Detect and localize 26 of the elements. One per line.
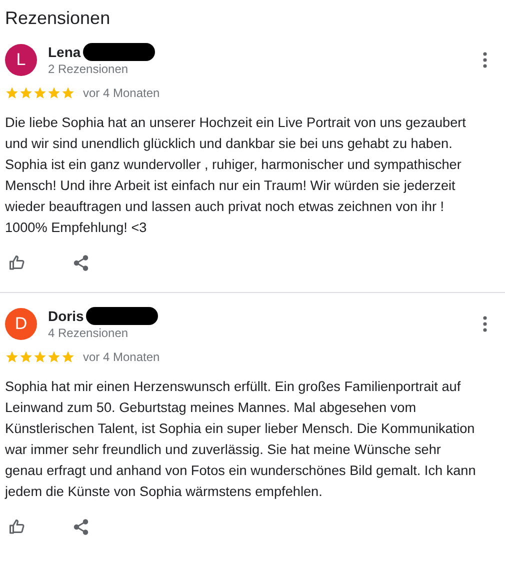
reviewer-name[interactable]: Lena [48, 44, 81, 60]
section-title: Rezensionen [4, 7, 112, 29]
more-icon[interactable] [483, 316, 487, 332]
star-icon [5, 86, 19, 100]
star-icon [5, 350, 19, 364]
review-text: Die liebe Sophia hat an unserer Hochzeit ein Live Portrait von uns gezaubert und wir sind unendlich glücklich und dankbar sie bei uns gehabt zu haben. Sophia ist ein ganz wundervoller , ruhiger, harmonischer und sympathischer Mensch! Und ihre Arbeit ist einfach nur ein Traum! Wir würden sie jederzeit wieder beauftragen und lassen auch privat noch etwas zeichnen von ihr ! 1000% Empfehlung! <3 [5, 114, 467, 237]
star-icon [19, 86, 33, 100]
thumbs-up-icon[interactable] [8, 254, 26, 272]
review-text: Sophia hat mir einen Herzenswunsch erfüllt. Ein großes Familienportrait auf Leinwand zum 50. Geburtstag meines Mannes. Mal abgesehen vom Künstlerischen Talent, ist Sophia ein super lieber Mensch. Die Kommunikation war immer sehr freundlich und zuverlässig. Sie hat meine Wünsche sehr genau erfragt und anhand von Fotos ein wunderschönes Bild gemalt. Ich kann jedem die Künste von Sophia wärmstens empfehlen. [5, 378, 477, 501]
star-icon [47, 86, 61, 100]
review-date: vor 4 Monaten [83, 350, 160, 364]
star-icon [33, 350, 47, 364]
reviewer-name[interactable]: Doris [48, 308, 84, 324]
thumbs-up-icon[interactable] [8, 518, 26, 536]
star-icon [47, 350, 61, 364]
avatar[interactable]: L [5, 44, 37, 76]
share-icon[interactable] [72, 518, 90, 536]
share-icon[interactable] [72, 254, 90, 272]
star-icon [61, 350, 75, 364]
star-icon [19, 350, 33, 364]
review-count: 2 Rezensionen [48, 62, 130, 76]
review-count: 4 Rezensionen [48, 326, 130, 340]
star-icon [33, 86, 47, 100]
star-icon [61, 86, 75, 100]
more-icon[interactable] [483, 52, 487, 68]
review-date: vor 4 Monaten [83, 86, 160, 100]
